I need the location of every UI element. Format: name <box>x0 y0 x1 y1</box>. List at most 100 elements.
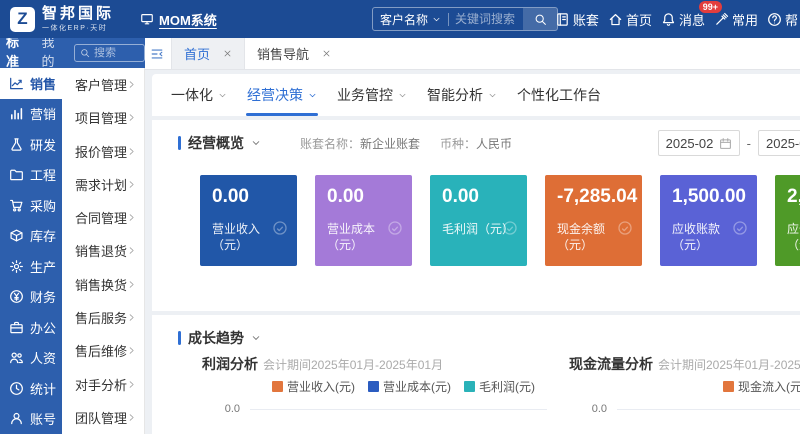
chevron-right-icon <box>127 213 136 222</box>
logo-subtitle: 一体化ERP·天时 <box>42 23 114 33</box>
metric-card[interactable]: 2,5 应付 （元 <box>775 175 800 266</box>
metric-card[interactable]: 0.00 毛利润（元） <box>430 175 527 266</box>
date-to-input[interactable]: 2025-02 <box>758 130 800 156</box>
topbar-action[interactable]: 帮 <box>767 8 798 31</box>
legend-swatch <box>464 381 475 392</box>
collapse-sidebar-icon[interactable] <box>150 47 164 61</box>
module-item[interactable]: 工程 <box>0 160 62 191</box>
legend-item[interactable]: 毛利润(元) <box>464 378 535 395</box>
caret-down-icon <box>218 91 227 100</box>
metric-unit: （元） <box>672 237 745 253</box>
y-tick: 0.0 <box>569 403 617 415</box>
chevron-right-icon <box>127 280 136 289</box>
legend-swatch <box>272 381 283 392</box>
submenu-item[interactable]: 客户管理 <box>62 68 144 101</box>
module-item[interactable]: 统计 <box>0 373 62 404</box>
submenu-label: 售后维修 <box>75 341 127 360</box>
submenu-item[interactable]: 报价管理 <box>62 135 144 168</box>
topbar-action-icon <box>608 12 623 27</box>
metric-card[interactable]: 0.00 营业成本 （元） <box>315 175 412 266</box>
module-item[interactable]: 账号 <box>0 404 62 434</box>
card-metric-icon <box>502 220 518 236</box>
submenu-item[interactable]: 对手分析 <box>62 367 144 400</box>
metric-unit: （元） <box>212 237 285 253</box>
module-icon <box>9 198 24 213</box>
sidebar-search-input[interactable] <box>94 47 139 59</box>
section-nav-item[interactable]: 经营决策 <box>244 74 320 116</box>
topbar-action[interactable]: 常用 <box>714 8 758 31</box>
chevron-right-icon <box>127 180 136 189</box>
logo-title: 智邦国际 <box>42 5 114 22</box>
module-icon <box>9 228 24 243</box>
topbar-action-icon <box>661 12 676 27</box>
legend-item[interactable]: 营业成本(元) <box>368 378 451 395</box>
topbar-action[interactable]: 消息 99+ <box>661 8 705 31</box>
submenu-item[interactable]: 项目管理 <box>62 101 144 134</box>
topbar-action-icon <box>555 12 570 27</box>
chevron-down-icon[interactable] <box>251 138 261 148</box>
legend-item[interactable]: 营业收入(元) <box>272 378 355 395</box>
card-metric-icon <box>387 220 403 236</box>
search-button[interactable] <box>523 8 557 30</box>
metric-card[interactable]: 1,500.00 应收账款 （元） <box>660 175 757 266</box>
module-item[interactable]: 财务 <box>0 282 62 313</box>
module-icon <box>9 289 24 304</box>
module-item[interactable]: 采购 <box>0 190 62 221</box>
search-category-dropdown[interactable]: 客户名称 <box>373 11 448 28</box>
submenu-item[interactable]: 销售退货 <box>62 234 144 267</box>
card-metric-icon <box>617 220 633 236</box>
keyword-search-input[interactable] <box>449 12 523 26</box>
page-tab[interactable]: 销售导航 <box>245 38 343 69</box>
section-nav-item[interactable]: 智能分析 <box>424 74 500 116</box>
submenu-item[interactable]: 合同管理 <box>62 201 144 234</box>
submenu-item[interactable]: 售后服务 <box>62 301 144 334</box>
date-range: 2025-02 - 2025-02 <box>658 130 800 156</box>
legend-swatch <box>368 381 379 392</box>
module-item[interactable]: 营销 <box>0 99 62 130</box>
section-nav: 一体化 经营决策 业务管控 智能分析 个性化工作台 <box>152 74 800 116</box>
mom-system-link[interactable]: MOM系统 <box>140 10 217 29</box>
module-item[interactable]: 生产 <box>0 251 62 282</box>
module-item[interactable]: 库存 <box>0 221 62 252</box>
date-to-value: 2025-02 <box>766 136 800 151</box>
chevron-right-icon <box>127 246 136 255</box>
section-nav-item[interactable]: 个性化工作台 <box>514 74 604 116</box>
module-label: 采购 <box>30 196 56 215</box>
submenu-label: 报价管理 <box>75 142 127 161</box>
module-icon <box>9 350 24 365</box>
submenu-item[interactable]: 销售换货 <box>62 268 144 301</box>
module-label: 财务 <box>30 287 56 306</box>
close-icon[interactable] <box>223 49 232 58</box>
page-tab[interactable]: 首页 <box>171 38 245 69</box>
legend-label: 营业成本(元) <box>383 378 451 395</box>
module-item[interactable]: 研发 <box>0 129 62 160</box>
topbar-action[interactable]: 首页 <box>608 8 652 31</box>
chevron-down-icon[interactable] <box>251 333 261 343</box>
date-from-input[interactable]: 2025-02 <box>658 130 740 156</box>
module-item[interactable]: 销售 <box>0 68 62 99</box>
submenu-label: 项目管理 <box>75 108 127 127</box>
mom-system-label: MOM系统 <box>159 10 217 29</box>
submenu-item[interactable]: 售后维修 <box>62 334 144 367</box>
module-label: 办公 <box>30 318 56 337</box>
submenu-item[interactable]: 团队管理 <box>62 401 144 434</box>
metric-label: 应付 <box>787 221 800 237</box>
submenu-label: 客户管理 <box>75 75 127 94</box>
legend-swatch <box>723 381 734 392</box>
section-accent-bar <box>178 331 181 345</box>
cashflow-chart-legend: 现金流入(元) 现金流出(元) <box>569 378 800 395</box>
submenu-item[interactable]: 需求计划 <box>62 168 144 201</box>
top-bar: Z 智邦国际 一体化ERP·天时 MOM系统 客户名称 账套 <box>0 0 800 38</box>
section-nav-item[interactable]: 一体化 <box>168 74 230 116</box>
profit-chart: 利润分析 会计期间2025年01月-2025年01月 营业收入(元) 营业成本(… <box>202 354 547 434</box>
section-nav-item[interactable]: 业务管控 <box>334 74 410 116</box>
module-item[interactable]: 人资 <box>0 343 62 374</box>
module-item[interactable]: 办公 <box>0 312 62 343</box>
metric-card[interactable]: 0.00 营业收入 （元） <box>200 175 297 266</box>
close-icon[interactable] <box>322 49 331 58</box>
topbar-action[interactable]: 账套 <box>555 8 599 31</box>
legend-item[interactable]: 现金流入(元) <box>723 378 800 395</box>
account-info: 账套名称：新企业账套 币种：人民币 <box>300 135 512 152</box>
metric-value: 0.00 <box>327 186 400 208</box>
metric-card[interactable]: -7,285.04 现金余额 （元） <box>545 175 642 266</box>
